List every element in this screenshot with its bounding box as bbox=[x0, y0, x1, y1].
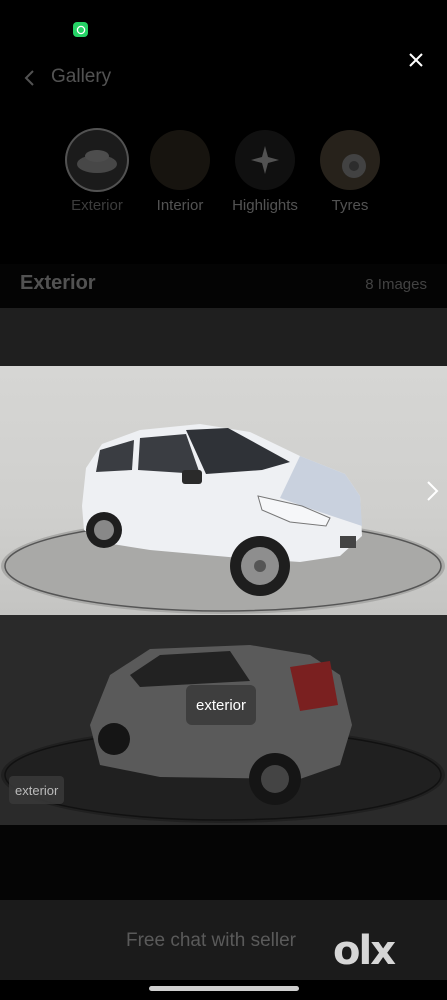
tab-label: Interior bbox=[156, 197, 204, 214]
previous-image-strip bbox=[0, 308, 447, 366]
image-strip-footer bbox=[0, 825, 447, 900]
interior-thumbnail bbox=[150, 130, 210, 190]
back-arrow-icon[interactable] bbox=[20, 68, 40, 88]
gallery-header: Gallery bbox=[0, 62, 447, 96]
chevron-right-icon[interactable] bbox=[422, 478, 442, 504]
tab-label: Tyres bbox=[331, 197, 369, 214]
bottom-bar: Free chat with seller olx bbox=[0, 900, 447, 980]
whatsapp-icon bbox=[73, 22, 88, 37]
category-tabs: Exterior Interior Highlights Tyres bbox=[0, 130, 447, 220]
status-bar bbox=[0, 0, 447, 44]
tab-label: Highlights bbox=[232, 197, 298, 214]
chat-with-seller-button[interactable]: Free chat with seller bbox=[126, 930, 296, 952]
tab-exterior[interactable]: Exterior bbox=[52, 130, 142, 214]
exterior-thumbnail bbox=[67, 130, 127, 190]
highlights-thumbnail bbox=[235, 130, 295, 190]
section-header: Exterior 8 Images bbox=[0, 264, 447, 308]
tab-label: Exterior bbox=[71, 197, 123, 214]
close-icon[interactable] bbox=[405, 49, 427, 71]
section-title: Exterior bbox=[20, 272, 96, 294]
home-indicator[interactable] bbox=[149, 986, 299, 991]
tab-tyres[interactable]: Tyres bbox=[305, 130, 395, 214]
image-count: 8 Images bbox=[365, 276, 427, 293]
tyres-thumbnail bbox=[320, 130, 380, 190]
page-title: Gallery bbox=[51, 66, 112, 87]
tab-interior[interactable]: Interior bbox=[135, 130, 225, 214]
tab-highlights[interactable]: Highlights bbox=[220, 130, 310, 214]
image-tooltip: exterior bbox=[186, 685, 257, 725]
image-tag: exterior bbox=[9, 776, 65, 804]
main-car-image[interactable] bbox=[0, 366, 447, 615]
olx-logo: olx bbox=[333, 928, 396, 974]
